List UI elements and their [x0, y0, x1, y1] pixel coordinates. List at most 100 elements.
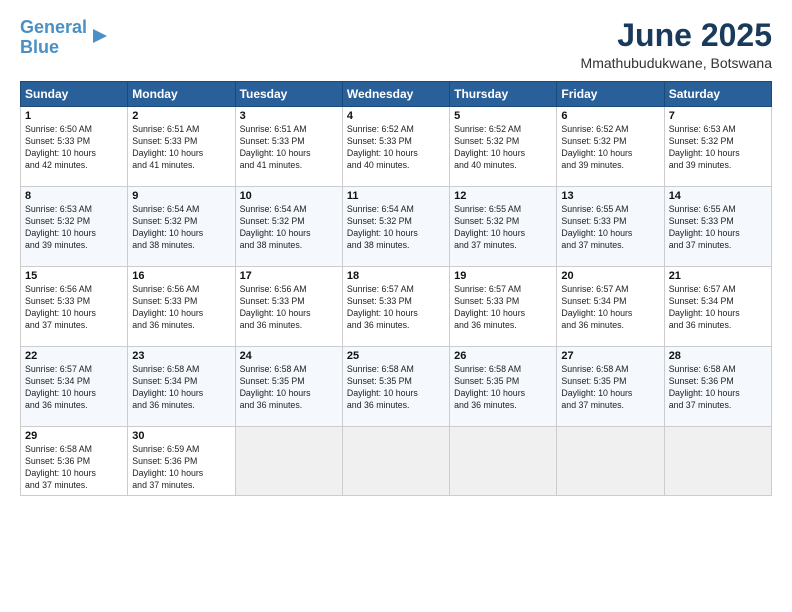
table-row: 3 Sunrise: 6:51 AM Sunset: 5:33 PM Daylig…: [235, 107, 342, 187]
table-row: [450, 427, 557, 496]
day-number: 25: [347, 350, 445, 362]
table-row: 30 Sunrise: 6:59 AM Sunset: 5:36 PM Dayli…: [128, 427, 235, 496]
day-info: Sunrise: 6:57 AM Sunset: 5:34 PM Dayligh…: [25, 364, 123, 412]
day-info: Sunrise: 6:56 AM Sunset: 5:33 PM Dayligh…: [240, 284, 338, 332]
table-row: 11 Sunrise: 6:54 AM Sunset: 5:32 PM Dayli…: [342, 187, 449, 267]
day-number: 18: [347, 270, 445, 282]
table-row: 18 Sunrise: 6:57 AM Sunset: 5:33 PM Dayli…: [342, 267, 449, 347]
table-row: 20 Sunrise: 6:57 AM Sunset: 5:34 PM Dayli…: [557, 267, 664, 347]
table-row: 6 Sunrise: 6:52 AM Sunset: 5:32 PM Daylig…: [557, 107, 664, 187]
day-number: 7: [669, 110, 767, 122]
table-row: 15 Sunrise: 6:56 AM Sunset: 5:33 PM Dayli…: [21, 267, 128, 347]
day-info: Sunrise: 6:58 AM Sunset: 5:36 PM Dayligh…: [669, 364, 767, 412]
calendar-table: Sunday Monday Tuesday Wednesday Thursday…: [20, 81, 772, 496]
logo-arrow-icon: [91, 27, 109, 45]
day-number: 19: [454, 270, 552, 282]
table-row: 8Sunrise: 6:53 AM Sunset: 5:32 PM Daylig…: [21, 187, 128, 267]
day-info: Sunrise: 6:55 AM Sunset: 5:32 PM Dayligh…: [454, 204, 552, 252]
day-number: 28: [669, 350, 767, 362]
day-number: 1: [25, 110, 123, 122]
table-row: 12 Sunrise: 6:55 AM Sunset: 5:32 PM Dayli…: [450, 187, 557, 267]
day-number: 15: [25, 270, 123, 282]
day-info: Sunrise: 6:58 AM Sunset: 5:35 PM Dayligh…: [240, 364, 338, 412]
table-row: 5 Sunrise: 6:52 AM Sunset: 5:32 PM Daylig…: [450, 107, 557, 187]
table-row: 7Sunrise: 6:53 AM Sunset: 5:32 PM Daylig…: [664, 107, 771, 187]
col-sunday: Sunday: [21, 82, 128, 107]
day-number: 16: [132, 270, 230, 282]
day-number: 27: [561, 350, 659, 362]
table-row: 24 Sunrise: 6:58 AM Sunset: 5:35 PM Dayli…: [235, 347, 342, 427]
day-info: Sunrise: 6:54 AM Sunset: 5:32 PM Dayligh…: [132, 204, 230, 252]
table-row: 9 Sunrise: 6:54 AM Sunset: 5:32 PM Daylig…: [128, 187, 235, 267]
day-info: Sunrise: 6:56 AM Sunset: 5:33 PM Dayligh…: [25, 284, 123, 332]
logo: GeneralBlue: [20, 18, 109, 58]
table-row: [235, 427, 342, 496]
day-info: Sunrise: 6:55 AM Sunset: 5:33 PM Dayligh…: [561, 204, 659, 252]
day-info: Sunrise: 6:57 AM Sunset: 5:34 PM Dayligh…: [669, 284, 767, 332]
day-number: 22: [25, 350, 123, 362]
day-number: 4: [347, 110, 445, 122]
col-saturday: Saturday: [664, 82, 771, 107]
day-number: 3: [240, 110, 338, 122]
day-info: Sunrise: 6:52 AM Sunset: 5:32 PM Dayligh…: [454, 124, 552, 172]
day-number: 14: [669, 190, 767, 202]
day-info: Sunrise: 6:58 AM Sunset: 5:36 PM Dayligh…: [25, 444, 123, 492]
day-info: Sunrise: 6:58 AM Sunset: 5:35 PM Dayligh…: [454, 364, 552, 412]
day-info: Sunrise: 6:53 AM Sunset: 5:32 PM Dayligh…: [25, 204, 123, 252]
day-info: Sunrise: 6:51 AM Sunset: 5:33 PM Dayligh…: [240, 124, 338, 172]
day-number: 23: [132, 350, 230, 362]
table-row: 28 Sunrise: 6:58 AM Sunset: 5:36 PM Dayli…: [664, 347, 771, 427]
day-number: 6: [561, 110, 659, 122]
day-info: Sunrise: 6:54 AM Sunset: 5:32 PM Dayligh…: [240, 204, 338, 252]
day-info: Sunrise: 6:58 AM Sunset: 5:34 PM Dayligh…: [132, 364, 230, 412]
day-info: Sunrise: 6:52 AM Sunset: 5:32 PM Dayligh…: [561, 124, 659, 172]
title-block: June 2025 Mmathubudukwane, Botswana: [581, 18, 772, 71]
table-row: 27 Sunrise: 6:58 AM Sunset: 5:35 PM Dayli…: [557, 347, 664, 427]
day-info: Sunrise: 6:51 AM Sunset: 5:33 PM Dayligh…: [132, 124, 230, 172]
table-row: [342, 427, 449, 496]
table-row: 14Sunrise: 6:55 AM Sunset: 5:33 PM Dayli…: [664, 187, 771, 267]
day-info: Sunrise: 6:57 AM Sunset: 5:33 PM Dayligh…: [347, 284, 445, 332]
day-number: 20: [561, 270, 659, 282]
table-row: 16 Sunrise: 6:56 AM Sunset: 5:33 PM Dayli…: [128, 267, 235, 347]
table-row: [557, 427, 664, 496]
calendar-subtitle: Mmathubudukwane, Botswana: [581, 55, 772, 71]
table-row: 29Sunrise: 6:58 AM Sunset: 5:36 PM Dayli…: [21, 427, 128, 496]
day-number: 5: [454, 110, 552, 122]
day-number: 2: [132, 110, 230, 122]
day-info: Sunrise: 6:57 AM Sunset: 5:34 PM Dayligh…: [561, 284, 659, 332]
table-row: 1 Sunrise: 6:50 AM Sunset: 5:33 PM Daylig…: [21, 107, 128, 187]
logo-text: GeneralBlue: [20, 18, 87, 58]
day-info: Sunrise: 6:58 AM Sunset: 5:35 PM Dayligh…: [561, 364, 659, 412]
day-info: Sunrise: 6:54 AM Sunset: 5:32 PM Dayligh…: [347, 204, 445, 252]
day-number: 10: [240, 190, 338, 202]
day-number: 30: [132, 430, 230, 442]
day-number: 9: [132, 190, 230, 202]
table-row: 21 Sunrise: 6:57 AM Sunset: 5:34 PM Dayli…: [664, 267, 771, 347]
header-row: Sunday Monday Tuesday Wednesday Thursday…: [21, 82, 772, 107]
day-info: Sunrise: 6:56 AM Sunset: 5:33 PM Dayligh…: [132, 284, 230, 332]
col-thursday: Thursday: [450, 82, 557, 107]
day-number: 11: [347, 190, 445, 202]
table-row: 19 Sunrise: 6:57 AM Sunset: 5:33 PM Dayli…: [450, 267, 557, 347]
day-number: 24: [240, 350, 338, 362]
day-number: 13: [561, 190, 659, 202]
day-info: Sunrise: 6:59 AM Sunset: 5:36 PM Dayligh…: [132, 444, 230, 492]
col-wednesday: Wednesday: [342, 82, 449, 107]
day-info: Sunrise: 6:50 AM Sunset: 5:33 PM Dayligh…: [25, 124, 123, 172]
col-tuesday: Tuesday: [235, 82, 342, 107]
day-number: 26: [454, 350, 552, 362]
day-number: 12: [454, 190, 552, 202]
header: GeneralBlue June 2025 Mmathubudukwane, B…: [20, 18, 772, 71]
table-row: 22 Sunrise: 6:57 AM Sunset: 5:34 PM Dayli…: [21, 347, 128, 427]
table-row: 10 Sunrise: 6:54 AM Sunset: 5:32 PM Dayli…: [235, 187, 342, 267]
table-row: 23 Sunrise: 6:58 AM Sunset: 5:34 PM Dayli…: [128, 347, 235, 427]
table-row: [664, 427, 771, 496]
day-info: Sunrise: 6:57 AM Sunset: 5:33 PM Dayligh…: [454, 284, 552, 332]
table-row: 25 Sunrise: 6:58 AM Sunset: 5:35 PM Dayli…: [342, 347, 449, 427]
table-row: 13 Sunrise: 6:55 AM Sunset: 5:33 PM Dayli…: [557, 187, 664, 267]
day-number: 21: [669, 270, 767, 282]
day-number: 17: [240, 270, 338, 282]
day-info: Sunrise: 6:58 AM Sunset: 5:35 PM Dayligh…: [347, 364, 445, 412]
table-row: 17 Sunrise: 6:56 AM Sunset: 5:33 PM Dayli…: [235, 267, 342, 347]
